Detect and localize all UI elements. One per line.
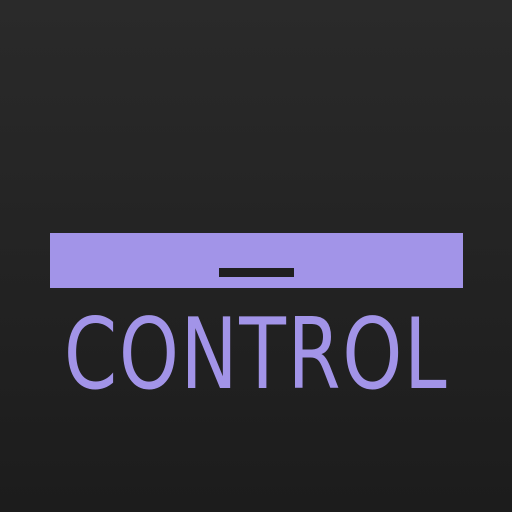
control-bar-slot — [219, 268, 294, 277]
control-bar-icon — [50, 233, 463, 288]
wordmark: CONTROL — [63, 298, 449, 412]
control-logo: CONTROL — [0, 0, 512, 512]
